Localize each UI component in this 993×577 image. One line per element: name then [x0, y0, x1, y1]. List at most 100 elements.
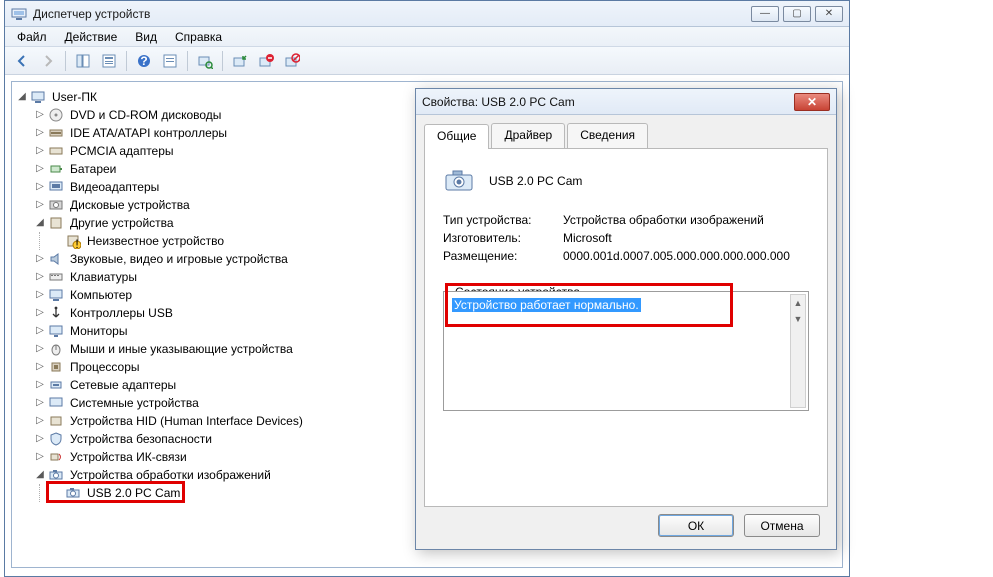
- expand-icon[interactable]: ▷: [34, 106, 46, 124]
- sound-icon: [48, 251, 64, 267]
- monitor-icon: [48, 323, 64, 339]
- toolbar-separator: [126, 51, 127, 71]
- toolbar-separator: [187, 51, 188, 71]
- menubar: Файл Действие Вид Справка: [5, 27, 849, 47]
- camera-icon: [48, 467, 64, 483]
- hid-icon: [48, 413, 64, 429]
- expand-icon[interactable]: ▷: [34, 286, 46, 304]
- scrollbar[interactable]: ▲ ▼: [790, 294, 806, 408]
- dialog-title: Свойства: USB 2.0 PC Cam: [422, 95, 794, 109]
- tree-item-label: Мыши и иные указывающие устройства: [68, 340, 295, 358]
- tab-details[interactable]: Сведения: [567, 123, 648, 148]
- dialog-close-button[interactable]: ✕: [794, 93, 830, 111]
- update-driver-button[interactable]: [229, 50, 251, 72]
- expand-icon[interactable]: ▷: [34, 412, 46, 430]
- toolbar-separator: [222, 51, 223, 71]
- tab-general[interactable]: Общие: [424, 124, 489, 149]
- tree-item-label: Видеоадаптеры: [68, 178, 161, 196]
- menu-file[interactable]: Файл: [9, 28, 55, 46]
- action-button[interactable]: [159, 50, 181, 72]
- value-type: Устройства обработки изображений: [563, 213, 764, 227]
- collapse-icon[interactable]: ◢: [16, 88, 28, 106]
- camera-icon: [65, 485, 81, 501]
- menu-action[interactable]: Действие: [57, 28, 126, 46]
- back-button[interactable]: [11, 50, 33, 72]
- expand-icon[interactable]: ▷: [34, 160, 46, 178]
- mouse-icon: [48, 341, 64, 357]
- expand-icon[interactable]: ▷: [34, 250, 46, 268]
- tab-page-general: USB 2.0 PC Cam Тип устройства:Устройства…: [424, 149, 828, 507]
- expand-icon[interactable]: ▷: [34, 376, 46, 394]
- camera-icon: [443, 165, 475, 197]
- tree-item-label: Устройства HID (Human Interface Devices): [68, 412, 305, 430]
- properties-dialog: Свойства: USB 2.0 PC Cam ✕ Общие Драйвер…: [415, 88, 837, 550]
- device-status-box[interactable]: Устройство работает нормально. ▲ ▼: [443, 291, 809, 411]
- device-status-text: Устройство работает нормально.: [452, 298, 641, 312]
- svg-text:!: !: [75, 237, 78, 249]
- tree-item-label: Клавиатуры: [68, 268, 139, 286]
- dialog-tabs: Общие Драйвер Сведения: [424, 123, 828, 149]
- scan-hardware-button[interactable]: [194, 50, 216, 72]
- network-icon: [48, 377, 64, 393]
- tree-item-label: DVD и CD-ROM дисководы: [68, 106, 223, 124]
- scroll-down-icon[interactable]: ▼: [791, 311, 805, 327]
- disable-button[interactable]: [281, 50, 303, 72]
- collapse-icon[interactable]: ◢: [34, 214, 46, 232]
- other-devices-icon: [48, 215, 64, 231]
- expand-icon[interactable]: ▷: [34, 358, 46, 376]
- expand-icon[interactable]: ▷: [34, 142, 46, 160]
- menu-help[interactable]: Справка: [167, 28, 230, 46]
- cpu-icon: [48, 359, 64, 375]
- system-icon: [48, 395, 64, 411]
- tree-item-label: USB 2.0 PC Cam: [85, 484, 182, 502]
- svg-text:?: ?: [140, 54, 147, 68]
- battery-icon: [48, 161, 64, 177]
- expand-icon[interactable]: ▷: [34, 178, 46, 196]
- dialog-titlebar: Свойства: USB 2.0 PC Cam ✕: [416, 89, 836, 115]
- minimize-button[interactable]: —: [751, 6, 779, 22]
- help-button[interactable]: ?: [133, 50, 155, 72]
- toolbar: ?: [5, 47, 849, 75]
- tree-root-label: User-ПК: [50, 88, 99, 106]
- forward-button[interactable]: [37, 50, 59, 72]
- display-adapter-icon: [48, 179, 64, 195]
- collapse-icon[interactable]: ◢: [34, 466, 46, 484]
- tree-item-label: Устройства ИК-связи: [68, 448, 189, 466]
- tree-item-label: Другие устройства: [68, 214, 176, 232]
- expand-icon[interactable]: ▷: [34, 268, 46, 286]
- scroll-up-icon[interactable]: ▲: [791, 295, 805, 311]
- value-manufacturer: Microsoft: [563, 231, 612, 245]
- properties-button[interactable]: [98, 50, 120, 72]
- tree-item-label: Дисковые устройства: [68, 196, 192, 214]
- computer-icon: [30, 89, 46, 105]
- computer-icon: [48, 287, 64, 303]
- ok-button[interactable]: ОК: [658, 514, 734, 537]
- cancel-button[interactable]: Отмена: [744, 514, 820, 537]
- expand-icon[interactable]: ▷: [34, 322, 46, 340]
- uninstall-button[interactable]: [255, 50, 277, 72]
- label-type: Тип устройства:: [443, 213, 563, 227]
- close-button[interactable]: ✕: [815, 6, 843, 22]
- expand-icon[interactable]: ▷: [34, 196, 46, 214]
- window-buttons: — ▢ ✕: [751, 6, 843, 22]
- disk-icon: [48, 197, 64, 213]
- tree-item-label: PCMCIA адаптеры: [68, 142, 176, 160]
- expand-icon[interactable]: ▷: [34, 124, 46, 142]
- tree-item-label: Устройства обработки изображений: [68, 466, 273, 484]
- menu-view[interactable]: Вид: [127, 28, 165, 46]
- expand-icon[interactable]: ▷: [34, 304, 46, 322]
- expand-icon[interactable]: ▷: [34, 448, 46, 466]
- expand-icon[interactable]: ▷: [34, 340, 46, 358]
- ide-icon: [48, 125, 64, 141]
- label-location: Размещение:: [443, 249, 563, 263]
- maximize-button[interactable]: ▢: [783, 6, 811, 22]
- expand-icon[interactable]: ▷: [34, 394, 46, 412]
- tree-item-label: Неизвестное устройство: [85, 232, 226, 250]
- value-location: 0000.001d.0007.005.000.000.000.000.000: [563, 249, 790, 263]
- tree-item-label: Звуковые, видео и игровые устройства: [68, 250, 290, 268]
- tab-driver[interactable]: Драйвер: [491, 123, 565, 148]
- show-hide-tree-button[interactable]: [72, 50, 94, 72]
- infrared-icon: [48, 449, 64, 465]
- tree-item-label: Батареи: [68, 160, 118, 178]
- expand-icon[interactable]: ▷: [34, 430, 46, 448]
